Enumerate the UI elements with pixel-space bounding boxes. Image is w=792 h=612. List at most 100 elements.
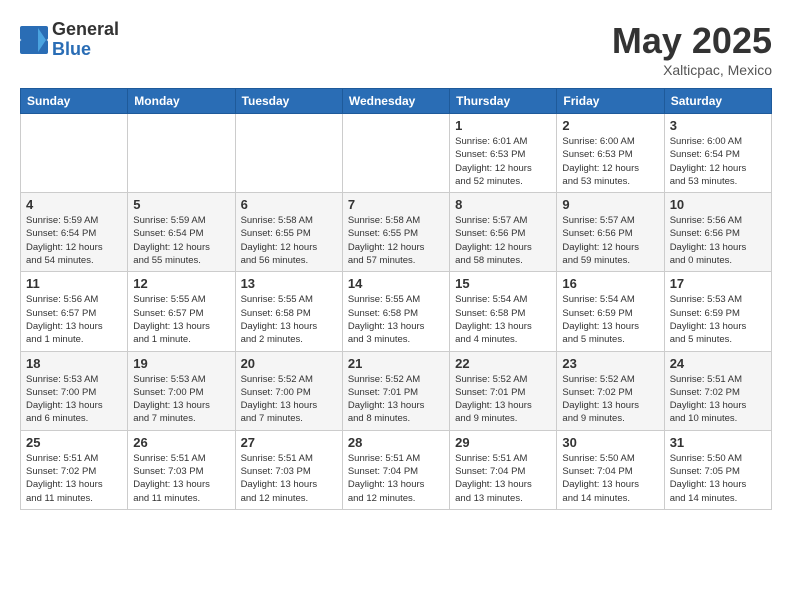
calendar-cell: 26 Sunrise: 5:51 AM Sunset: 7:03 PM Dayli… xyxy=(128,430,235,509)
calendar-cell: 1 Sunrise: 6:01 AM Sunset: 6:53 PM Daylig… xyxy=(450,114,557,193)
day-info: Sunrise: 5:51 AM Sunset: 7:03 PM Dayligh… xyxy=(241,452,337,505)
calendar-cell: 28Sunrise: 5:51 AM Sunset: 7:04 PM Dayli… xyxy=(342,430,449,509)
day-info: Sunrise: 5:50 AM Sunset: 7:04 PM Dayligh… xyxy=(562,452,658,505)
day-number: 4 xyxy=(26,197,122,212)
calendar-cell: 22 Sunrise: 5:52 AM Sunset: 7:01 PM Dayli… xyxy=(450,351,557,430)
day-number: 15 xyxy=(455,276,551,291)
calendar-cell: 24 Sunrise: 5:51 AM Sunset: 7:02 PM Dayli… xyxy=(664,351,771,430)
calendar-cell: 23 Sunrise: 5:52 AM Sunset: 7:02 PM Dayli… xyxy=(557,351,664,430)
day-number: 1 xyxy=(455,118,551,133)
day-number: 24 xyxy=(670,356,766,371)
weekday-header-thursday: Thursday xyxy=(450,89,557,114)
day-info: Sunrise: 5:59 AM Sunset: 6:54 PM Dayligh… xyxy=(133,214,229,267)
day-info: Sunrise: 6:00 AM Sunset: 6:54 PM Dayligh… xyxy=(670,135,766,188)
calendar-cell: 27 Sunrise: 5:51 AM Sunset: 7:03 PM Dayli… xyxy=(235,430,342,509)
calendar-cell: 15 Sunrise: 5:54 AM Sunset: 6:58 PM Dayli… xyxy=(450,272,557,351)
day-info: Sunrise: 6:01 AM Sunset: 6:53 PM Dayligh… xyxy=(455,135,551,188)
day-number: 30 xyxy=(562,435,658,450)
logo-blue-text: Blue xyxy=(52,40,119,60)
weekday-header-tuesday: Tuesday xyxy=(235,89,342,114)
day-info: Sunrise: 5:57 AM Sunset: 6:56 PM Dayligh… xyxy=(562,214,658,267)
day-number: 26 xyxy=(133,435,229,450)
calendar-cell: 12 Sunrise: 5:55 AM Sunset: 6:57 PM Dayli… xyxy=(128,272,235,351)
day-info: Sunrise: 5:56 AM Sunset: 6:57 PM Dayligh… xyxy=(26,293,122,346)
calendar-week-2: 4 Sunrise: 5:59 AM Sunset: 6:54 PM Daylig… xyxy=(21,193,772,272)
weekday-header-friday: Friday xyxy=(557,89,664,114)
calendar-location: Xalticpac, Mexico xyxy=(612,62,772,78)
day-info: Sunrise: 5:53 AM Sunset: 7:00 PM Dayligh… xyxy=(26,373,122,426)
day-info: Sunrise: 6:00 AM Sunset: 6:53 PM Dayligh… xyxy=(562,135,658,188)
calendar-cell: 3Sunrise: 6:00 AM Sunset: 6:54 PM Daylig… xyxy=(664,114,771,193)
day-number: 10 xyxy=(670,197,766,212)
day-number: 29 xyxy=(455,435,551,450)
calendar-cell: 9 Sunrise: 5:57 AM Sunset: 6:56 PM Daylig… xyxy=(557,193,664,272)
day-number: 14 xyxy=(348,276,444,291)
calendar-cell: 31Sunrise: 5:50 AM Sunset: 7:05 PM Dayli… xyxy=(664,430,771,509)
day-info: Sunrise: 5:57 AM Sunset: 6:56 PM Dayligh… xyxy=(455,214,551,267)
calendar-cell: 6 Sunrise: 5:58 AM Sunset: 6:55 PM Daylig… xyxy=(235,193,342,272)
day-info: Sunrise: 5:55 AM Sunset: 6:57 PM Dayligh… xyxy=(133,293,229,346)
day-info: Sunrise: 5:58 AM Sunset: 6:55 PM Dayligh… xyxy=(241,214,337,267)
day-number: 13 xyxy=(241,276,337,291)
calendar-cell: 5Sunrise: 5:59 AM Sunset: 6:54 PM Daylig… xyxy=(128,193,235,272)
calendar-table: SundayMondayTuesdayWednesdayThursdayFrid… xyxy=(20,88,772,510)
day-info: Sunrise: 5:52 AM Sunset: 7:02 PM Dayligh… xyxy=(562,373,658,426)
day-info: Sunrise: 5:55 AM Sunset: 6:58 PM Dayligh… xyxy=(241,293,337,346)
day-info: Sunrise: 5:51 AM Sunset: 7:02 PM Dayligh… xyxy=(670,373,766,426)
calendar-cell: 19Sunrise: 5:53 AM Sunset: 7:00 PM Dayli… xyxy=(128,351,235,430)
calendar-cell: 30 Sunrise: 5:50 AM Sunset: 7:04 PM Dayli… xyxy=(557,430,664,509)
day-info: Sunrise: 5:52 AM Sunset: 7:01 PM Dayligh… xyxy=(348,373,444,426)
calendar-cell: 21Sunrise: 5:52 AM Sunset: 7:01 PM Dayli… xyxy=(342,351,449,430)
weekday-header-saturday: Saturday xyxy=(664,89,771,114)
calendar-cell: 25 Sunrise: 5:51 AM Sunset: 7:02 PM Dayli… xyxy=(21,430,128,509)
day-number: 25 xyxy=(26,435,122,450)
day-info: Sunrise: 5:52 AM Sunset: 7:00 PM Dayligh… xyxy=(241,373,337,426)
title-block: May 2025 Xalticpac, Mexico xyxy=(612,20,772,78)
day-info: Sunrise: 5:53 AM Sunset: 7:00 PM Dayligh… xyxy=(133,373,229,426)
day-info: Sunrise: 5:55 AM Sunset: 6:58 PM Dayligh… xyxy=(348,293,444,346)
calendar-title: May 2025 xyxy=(612,20,772,62)
calendar-cell: 11 Sunrise: 5:56 AM Sunset: 6:57 PM Dayli… xyxy=(21,272,128,351)
calendar-cell: 29 Sunrise: 5:51 AM Sunset: 7:04 PM Dayli… xyxy=(450,430,557,509)
day-number: 22 xyxy=(455,356,551,371)
day-info: Sunrise: 5:53 AM Sunset: 6:59 PM Dayligh… xyxy=(670,293,766,346)
day-info: Sunrise: 5:56 AM Sunset: 6:56 PM Dayligh… xyxy=(670,214,766,267)
day-number: 20 xyxy=(241,356,337,371)
calendar-cell: 8 Sunrise: 5:57 AM Sunset: 6:56 PM Daylig… xyxy=(450,193,557,272)
day-info: Sunrise: 5:51 AM Sunset: 7:03 PM Dayligh… xyxy=(133,452,229,505)
day-number: 8 xyxy=(455,197,551,212)
weekday-header-monday: Monday xyxy=(128,89,235,114)
logo-text: General Blue xyxy=(52,20,119,60)
day-number: 12 xyxy=(133,276,229,291)
calendar-cell: 10 Sunrise: 5:56 AM Sunset: 6:56 PM Dayli… xyxy=(664,193,771,272)
day-info: Sunrise: 5:50 AM Sunset: 7:05 PM Dayligh… xyxy=(670,452,766,505)
day-number: 6 xyxy=(241,197,337,212)
day-number: 11 xyxy=(26,276,122,291)
day-info: Sunrise: 5:51 AM Sunset: 7:02 PM Dayligh… xyxy=(26,452,122,505)
calendar-cell: 4 Sunrise: 5:59 AM Sunset: 6:54 PM Daylig… xyxy=(21,193,128,272)
day-number: 2 xyxy=(562,118,658,133)
day-info: Sunrise: 5:52 AM Sunset: 7:01 PM Dayligh… xyxy=(455,373,551,426)
calendar-week-5: 25 Sunrise: 5:51 AM Sunset: 7:02 PM Dayli… xyxy=(21,430,772,509)
day-info: Sunrise: 5:51 AM Sunset: 7:04 PM Dayligh… xyxy=(455,452,551,505)
calendar-cell: 14 Sunrise: 5:55 AM Sunset: 6:58 PM Dayli… xyxy=(342,272,449,351)
logo-icon xyxy=(20,26,48,54)
calendar-week-4: 18Sunrise: 5:53 AM Sunset: 7:00 PM Dayli… xyxy=(21,351,772,430)
day-number: 23 xyxy=(562,356,658,371)
weekday-header-wednesday: Wednesday xyxy=(342,89,449,114)
day-number: 27 xyxy=(241,435,337,450)
calendar-cell: 20 Sunrise: 5:52 AM Sunset: 7:00 PM Dayli… xyxy=(235,351,342,430)
day-number: 9 xyxy=(562,197,658,212)
page-header: General Blue May 2025 Xalticpac, Mexico xyxy=(20,20,772,78)
calendar-cell xyxy=(128,114,235,193)
logo-general-text: General xyxy=(52,20,119,40)
calendar-week-3: 11 Sunrise: 5:56 AM Sunset: 6:57 PM Dayli… xyxy=(21,272,772,351)
day-info: Sunrise: 5:51 AM Sunset: 7:04 PM Dayligh… xyxy=(348,452,444,505)
calendar-cell: 17Sunrise: 5:53 AM Sunset: 6:59 PM Dayli… xyxy=(664,272,771,351)
day-info: Sunrise: 5:59 AM Sunset: 6:54 PM Dayligh… xyxy=(26,214,122,267)
calendar-cell xyxy=(342,114,449,193)
day-number: 16 xyxy=(562,276,658,291)
day-info: Sunrise: 5:54 AM Sunset: 6:58 PM Dayligh… xyxy=(455,293,551,346)
calendar-cell: 13 Sunrise: 5:55 AM Sunset: 6:58 PM Dayli… xyxy=(235,272,342,351)
day-info: Sunrise: 5:58 AM Sunset: 6:55 PM Dayligh… xyxy=(348,214,444,267)
